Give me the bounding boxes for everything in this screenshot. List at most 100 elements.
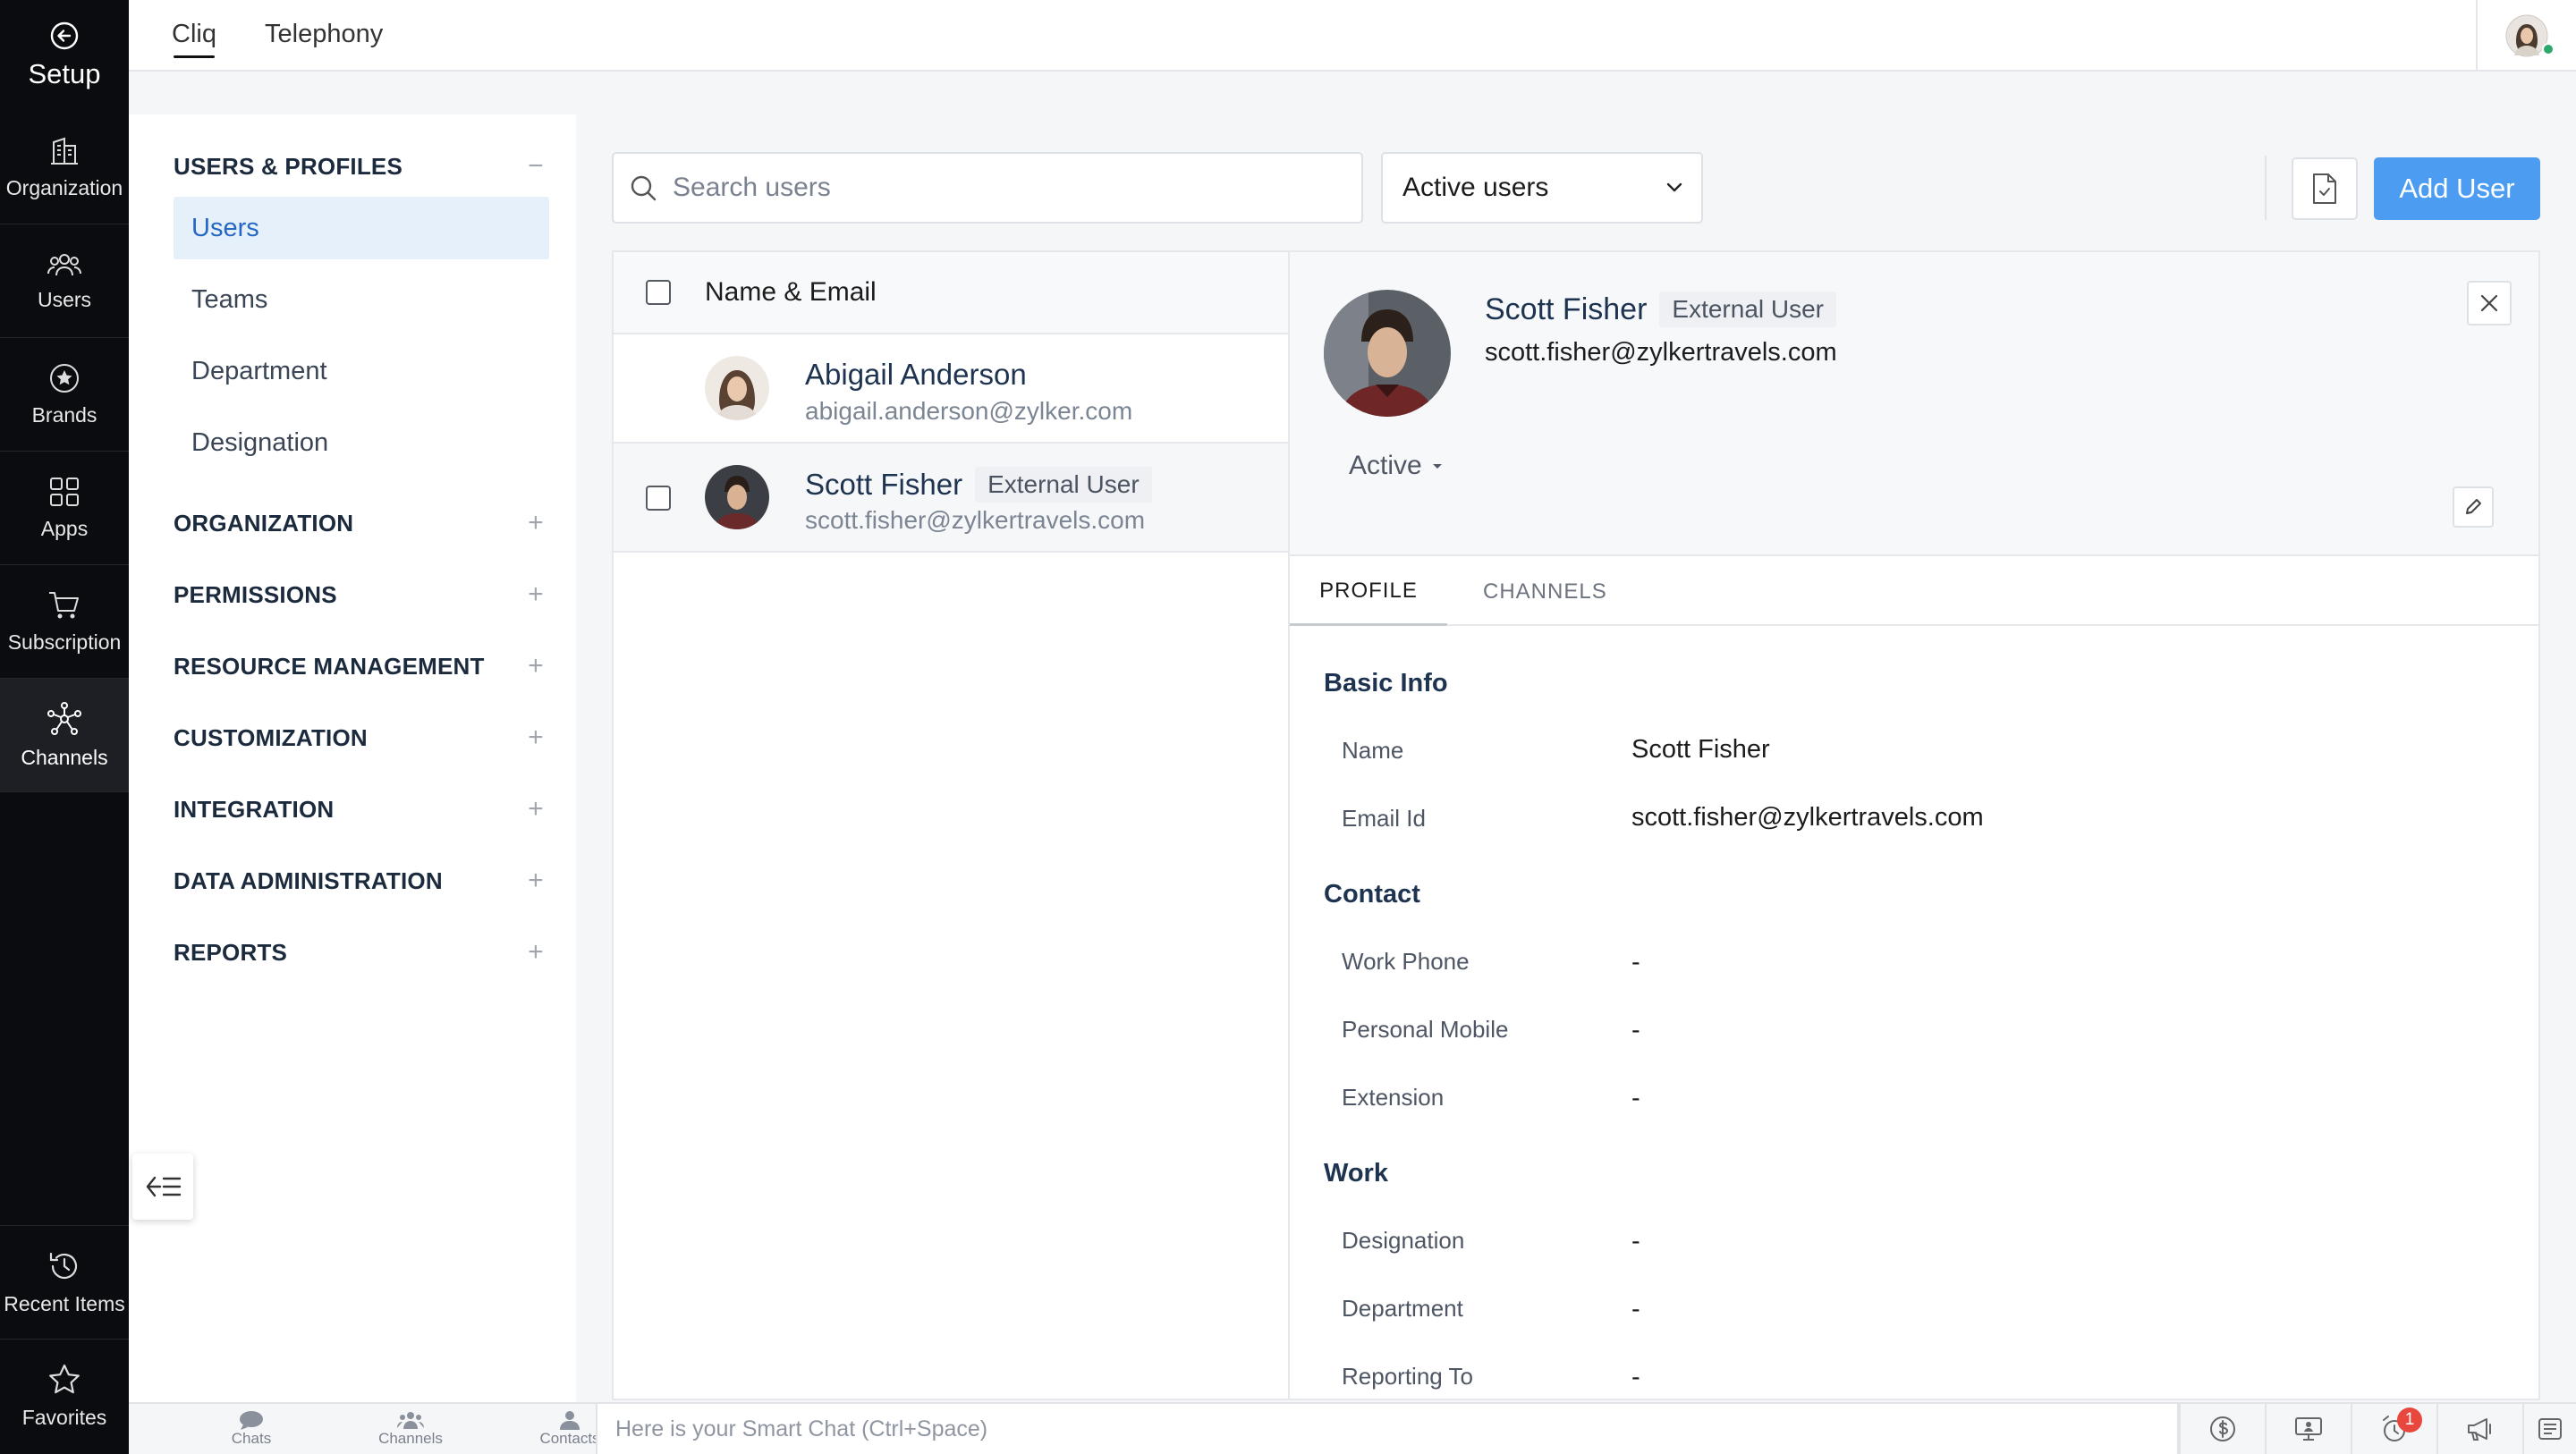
nav-section-permissions[interactable]: PERMISSIONS + <box>174 577 549 613</box>
expand-plus-icon[interactable]: + <box>522 579 549 610</box>
nav-section-users-profiles[interactable]: USERS & PROFILES − <box>174 148 549 184</box>
nav-section-customization[interactable]: CUSTOMIZATION + <box>174 720 549 756</box>
collapse-minus-icon[interactable]: − <box>522 151 549 182</box>
announcements-button[interactable] <box>2436 1404 2522 1454</box>
setup-back-button[interactable]: Setup <box>0 0 129 111</box>
nav-section-data-administration[interactable]: DATA ADMINISTRATION + <box>174 863 549 899</box>
detail-name-line: Scott Fisher External User <box>1485 292 1837 327</box>
tab-profile[interactable]: PROFILE <box>1290 558 1447 626</box>
add-user-button[interactable]: Add User <box>2374 157 2540 220</box>
detail-user-name: Scott Fisher <box>1485 292 1648 326</box>
field-value-personal-mobile: - <box>1631 1016 1640 1044</box>
nav-section-organization[interactable]: ORGANIZATION + <box>174 505 549 541</box>
rail-item-label: Favorites <box>21 1405 107 1429</box>
rail-item-label: Users <box>37 287 92 311</box>
setup-title: Setup <box>28 58 101 89</box>
rail-item-favorites[interactable]: Favorites <box>0 1339 129 1452</box>
star-badge-icon <box>50 363 79 393</box>
import-users-button[interactable] <box>2292 157 2358 220</box>
news-button[interactable] <box>2522 1404 2576 1454</box>
rail-item-users[interactable]: Users <box>0 224 129 338</box>
nav-section-reports[interactable]: REPORTS + <box>174 934 549 970</box>
back-arrow-icon <box>50 21 79 50</box>
nav-section-label: CUSTOMIZATION <box>174 723 368 751</box>
smart-chat-bar[interactable]: Here is your Smart Chat (Ctrl+Space) <box>596 1404 2179 1454</box>
table-row[interactable]: Scott Fisher External User scott.fisher@… <box>614 444 1288 553</box>
monitor-icon <box>2295 1417 2322 1441</box>
expand-plus-icon[interactable]: + <box>522 794 549 824</box>
nav-section-label: RESOURCE MANAGEMENT <box>174 652 485 680</box>
collapse-menu-icon <box>146 1176 182 1197</box>
rail-item-label: Organization <box>5 175 123 199</box>
bottom-tab-label: Chats <box>231 1430 272 1447</box>
expand-plus-icon[interactable]: + <box>522 723 549 753</box>
rail-item-channels[interactable]: Channels <box>0 679 129 792</box>
tab-channels[interactable]: CHANNELS <box>1483 558 1607 626</box>
detail-user-email: scott.fisher@zylkertravels.com <box>1485 338 1837 367</box>
rail-item-label: Channels <box>21 745 108 769</box>
rail-item-brands[interactable]: Brands <box>0 338 129 452</box>
search-input[interactable] <box>673 173 1299 203</box>
field-label-email: Email Id <box>1342 805 1426 832</box>
expand-plus-icon[interactable]: + <box>522 937 549 968</box>
nav-item-teams[interactable]: Teams <box>174 268 549 331</box>
rail-item-label: Apps <box>40 516 89 540</box>
cart-icon <box>49 591 79 618</box>
field-label-work-phone: Work Phone <box>1342 948 1470 975</box>
rail-item-apps[interactable]: Apps <box>0 452 129 565</box>
screen-share-button[interactable] <box>2265 1404 2351 1454</box>
bottom-tab-channels[interactable]: Channels <box>331 1404 490 1454</box>
collapse-sidebar-button[interactable] <box>132 1154 193 1220</box>
rail-item-subscription[interactable]: Subscription <box>0 565 129 679</box>
tab-telephony[interactable]: Telephony <box>265 20 383 49</box>
rail-item-label: Brands <box>31 402 97 427</box>
profile-avatar-button[interactable] <box>2476 0 2576 72</box>
select-all-checkbox[interactable] <box>646 280 671 305</box>
expand-plus-icon[interactable]: + <box>522 508 549 538</box>
bottom-tab-chats[interactable]: Chats <box>172 1404 331 1454</box>
user-name: Scott Fisher <box>805 468 963 501</box>
toolbar-divider <box>2265 156 2267 220</box>
user-name: Abigail Anderson <box>805 358 1027 391</box>
table-row[interactable]: Abigail Anderson abigail.anderson@zylker… <box>614 334 1288 444</box>
bottom-tab-label: Channels <box>378 1430 443 1447</box>
close-detail-button[interactable] <box>2467 281 2512 325</box>
column-header-name-email: Name & Email <box>705 277 877 307</box>
expand-plus-icon[interactable]: + <box>522 651 549 681</box>
nav-section-integration[interactable]: INTEGRATION + <box>174 791 549 827</box>
chat-bubble-icon <box>240 1411 263 1430</box>
group-title-contact: Contact <box>1324 880 1420 909</box>
rail-item-recent-items[interactable]: Recent Items <box>0 1225 129 1339</box>
rail-item-organization[interactable]: Organization <box>0 111 129 224</box>
search-icon <box>631 175 657 201</box>
megaphone-icon <box>2468 1418 2491 1441</box>
nav-item-designation[interactable]: Designation <box>174 411 549 474</box>
search-box[interactable] <box>612 152 1363 224</box>
caret-down-icon <box>1432 464 1442 469</box>
user-filter-select[interactable]: Active users <box>1381 152 1703 224</box>
field-value-designation: - <box>1631 1227 1640 1255</box>
dollar-refresh-icon <box>2210 1416 2235 1441</box>
tab-cliq[interactable]: Cliq <box>172 20 216 58</box>
edit-user-button[interactable] <box>2453 486 2494 528</box>
reminders-button[interactable]: 1 <box>2351 1404 2436 1454</box>
nav-section-resource-management[interactable]: RESOURCE MANAGEMENT + <box>174 648 549 684</box>
nav-section-label: USERS & PROFILES <box>174 152 403 180</box>
file-import-icon <box>2313 173 2336 204</box>
nav-item-department[interactable]: Department <box>174 340 549 402</box>
external-user-badge: External User <box>975 467 1152 503</box>
row-checkbox[interactable] <box>646 486 671 511</box>
user-status-value: Active <box>1349 451 1422 480</box>
field-label-extension: Extension <box>1342 1084 1445 1111</box>
currency-button[interactable] <box>2179 1404 2265 1454</box>
field-value-reporting-to: - <box>1631 1363 1640 1391</box>
user-detail-panel: Scott Fisher External User scott.fisher@… <box>1288 250 2540 1400</box>
contact-icon <box>560 1411 580 1430</box>
expand-plus-icon[interactable]: + <box>522 866 549 896</box>
user-status-dropdown[interactable]: Active <box>1349 451 1445 481</box>
detail-tabs: PROFILE CHANNELS <box>1290 558 2538 626</box>
field-value-email: scott.fisher@zylkertravels.com <box>1631 803 1984 832</box>
users-icon <box>47 253 81 275</box>
nav-item-users[interactable]: Users <box>174 197 549 259</box>
rail-item-label: Subscription <box>7 630 122 654</box>
